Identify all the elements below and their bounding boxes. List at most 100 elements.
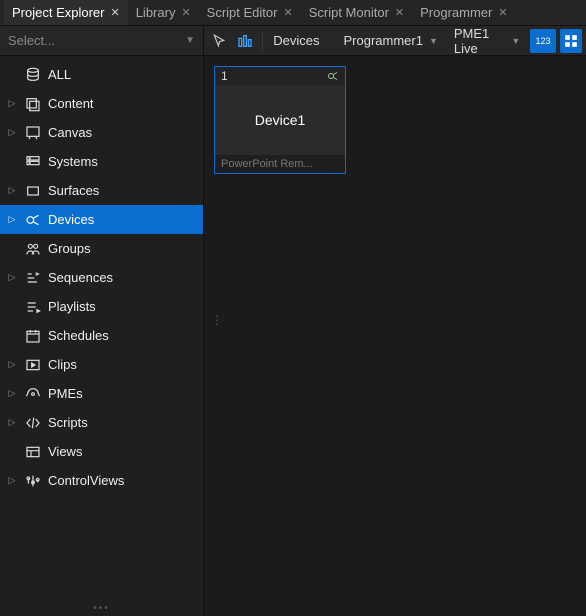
sidebar-item-systems[interactable]: Systems (0, 147, 203, 176)
programmer-dropdown[interactable]: Programmer1 ▼ (337, 29, 443, 53)
canvas-area[interactable]: 1 Device1PowerPoint Rem... (204, 56, 586, 616)
expand-icon[interactable]: ▷ (6, 272, 18, 284)
tab-script-editor[interactable]: Script Editor ✕ (199, 0, 301, 25)
pmes-icon (24, 385, 42, 403)
expand-icon[interactable]: ▷ (6, 475, 18, 487)
expand-icon[interactable]: ▷ (6, 388, 18, 400)
resize-handle-bottom[interactable]: ••• (93, 603, 110, 614)
sidebar-item-schedules[interactable]: Schedules (0, 321, 203, 350)
tile-index: 1 (221, 69, 228, 83)
views-icon (24, 443, 42, 461)
breadcrumb: Devices (269, 33, 329, 48)
sidebar-item-label: Clips (48, 357, 203, 372)
chevron-down-icon: ▼ (429, 36, 438, 46)
select-placeholder: Select... (8, 33, 55, 48)
tab-strip: Project Explorer✕Library✕Script Editor✕S… (0, 0, 586, 26)
expand-icon (6, 301, 18, 313)
expand-icon (6, 446, 18, 458)
device-tile[interactable]: 1 Device1PowerPoint Rem... (214, 66, 346, 174)
expand-icon[interactable]: ▷ (6, 98, 18, 110)
tile-title: Device1 (215, 85, 345, 155)
programmer-label: Programmer1 (343, 33, 422, 48)
tab-label: Library (136, 5, 176, 20)
groups-icon (24, 240, 42, 258)
expand-icon[interactable]: ▷ (6, 127, 18, 139)
expand-icon (6, 243, 18, 255)
sidebar-item-clips[interactable]: ▷ Clips (0, 350, 203, 379)
db-icon (24, 66, 42, 84)
numbers-label: 123 (536, 36, 551, 46)
schedules-icon (24, 327, 42, 345)
playlists-icon (24, 298, 42, 316)
canvas-icon (24, 124, 42, 142)
expand-icon[interactable]: ▷ (6, 185, 18, 197)
tab-programmer[interactable]: Programmer ✕ (412, 0, 515, 25)
sidebar-item-sequences[interactable]: ▷ Sequences (0, 263, 203, 292)
content-icon (24, 95, 42, 113)
devices-icon (24, 211, 42, 229)
chevron-down-icon: ▼ (511, 36, 520, 46)
sidebar-item-label: PMEs (48, 386, 203, 401)
tab-label: Project Explorer (12, 5, 104, 20)
pme-label: PME1 Live (454, 26, 505, 56)
sidebar-item-label: Groups (48, 241, 203, 256)
sidebar-item-label: Views (48, 444, 203, 459)
tab-project-explorer[interactable]: Project Explorer ✕ (4, 0, 128, 25)
clips-icon (24, 356, 42, 374)
sequences-icon (24, 269, 42, 287)
sidebar-item-label: Schedules (48, 328, 203, 343)
controlviews-icon (24, 472, 42, 490)
numbers-toggle[interactable]: 123 (530, 29, 556, 53)
sidebar-item-content[interactable]: ▷ Content (0, 89, 203, 118)
sidebar-item-canvas[interactable]: ▷Canvas (0, 118, 203, 147)
surfaces-icon (24, 182, 42, 200)
close-icon[interactable]: ✕ (181, 6, 190, 19)
expand-icon (6, 330, 18, 342)
sidebar-item-scripts[interactable]: ▷Scripts (0, 408, 203, 437)
scripts-icon (24, 414, 42, 432)
device-icon (327, 70, 339, 82)
expand-icon[interactable]: ▷ (6, 417, 18, 429)
select-dropdown[interactable]: Select... ▼ (0, 26, 203, 56)
systems-icon (24, 153, 42, 171)
sidebar-item-label: Surfaces (48, 183, 203, 198)
tree: ALL ▷ Content ▷CanvasSystems ▷ Surfaces ▷ Devic… (0, 56, 203, 616)
close-icon[interactable]: ✕ (395, 6, 404, 19)
tab-label: Script Editor (207, 5, 278, 20)
tile-header: 1 (215, 67, 345, 85)
toolbar: Devices Programmer1 ▼ PME1 Live ▼ 123 (204, 26, 586, 56)
content-panel: Devices Programmer1 ▼ PME1 Live ▼ 123 1 D… (204, 26, 586, 616)
tab-library[interactable]: Library ✕ (128, 0, 199, 25)
sidebar-item-all[interactable]: ALL (0, 60, 203, 89)
toolbar-separator (262, 31, 263, 51)
tile-subtitle: PowerPoint Rem... (215, 155, 345, 173)
align-tool[interactable] (234, 29, 256, 53)
sidebar-item-pmes[interactable]: ▷ PMEs (0, 379, 203, 408)
sidebar-item-devices[interactable]: ▷ Devices (0, 205, 203, 234)
sidebar-item-surfaces[interactable]: ▷ Surfaces (0, 176, 203, 205)
sidebar-item-label: Content (48, 96, 203, 111)
sidebar-item-label: Devices (48, 212, 203, 227)
sidebar-item-controlviews[interactable]: ▷ ControlViews (0, 466, 203, 495)
tab-script-monitor[interactable]: Script Monitor ✕ (301, 0, 412, 25)
sidebar-item-label: Playlists (48, 299, 203, 314)
sidebar-item-playlists[interactable]: Playlists (0, 292, 203, 321)
pme-dropdown[interactable]: PME1 Live ▼ (448, 29, 526, 53)
expand-icon (6, 156, 18, 168)
tab-label: Programmer (420, 5, 492, 20)
tab-label: Script Monitor (309, 5, 389, 20)
grid-view-toggle[interactable] (560, 29, 582, 53)
expand-icon[interactable]: ▷ (6, 359, 18, 371)
expand-icon[interactable]: ▷ (6, 214, 18, 226)
pointer-tool[interactable] (208, 29, 230, 53)
sidebar-item-label: ControlViews (48, 473, 203, 488)
sidebar-item-views[interactable]: Views (0, 437, 203, 466)
sidebar-item-groups[interactable]: Groups (0, 234, 203, 263)
close-icon[interactable]: ✕ (283, 6, 292, 19)
sidebar: Select... ▼ ALL ▷ Content ▷CanvasSystems ▷ Su… (0, 26, 204, 616)
chevron-down-icon: ▼ (185, 35, 195, 46)
expand-icon (6, 69, 18, 81)
sidebar-item-label: Sequences (48, 270, 203, 285)
close-icon[interactable]: ✕ (498, 6, 507, 19)
close-icon[interactable]: ✕ (110, 6, 119, 19)
